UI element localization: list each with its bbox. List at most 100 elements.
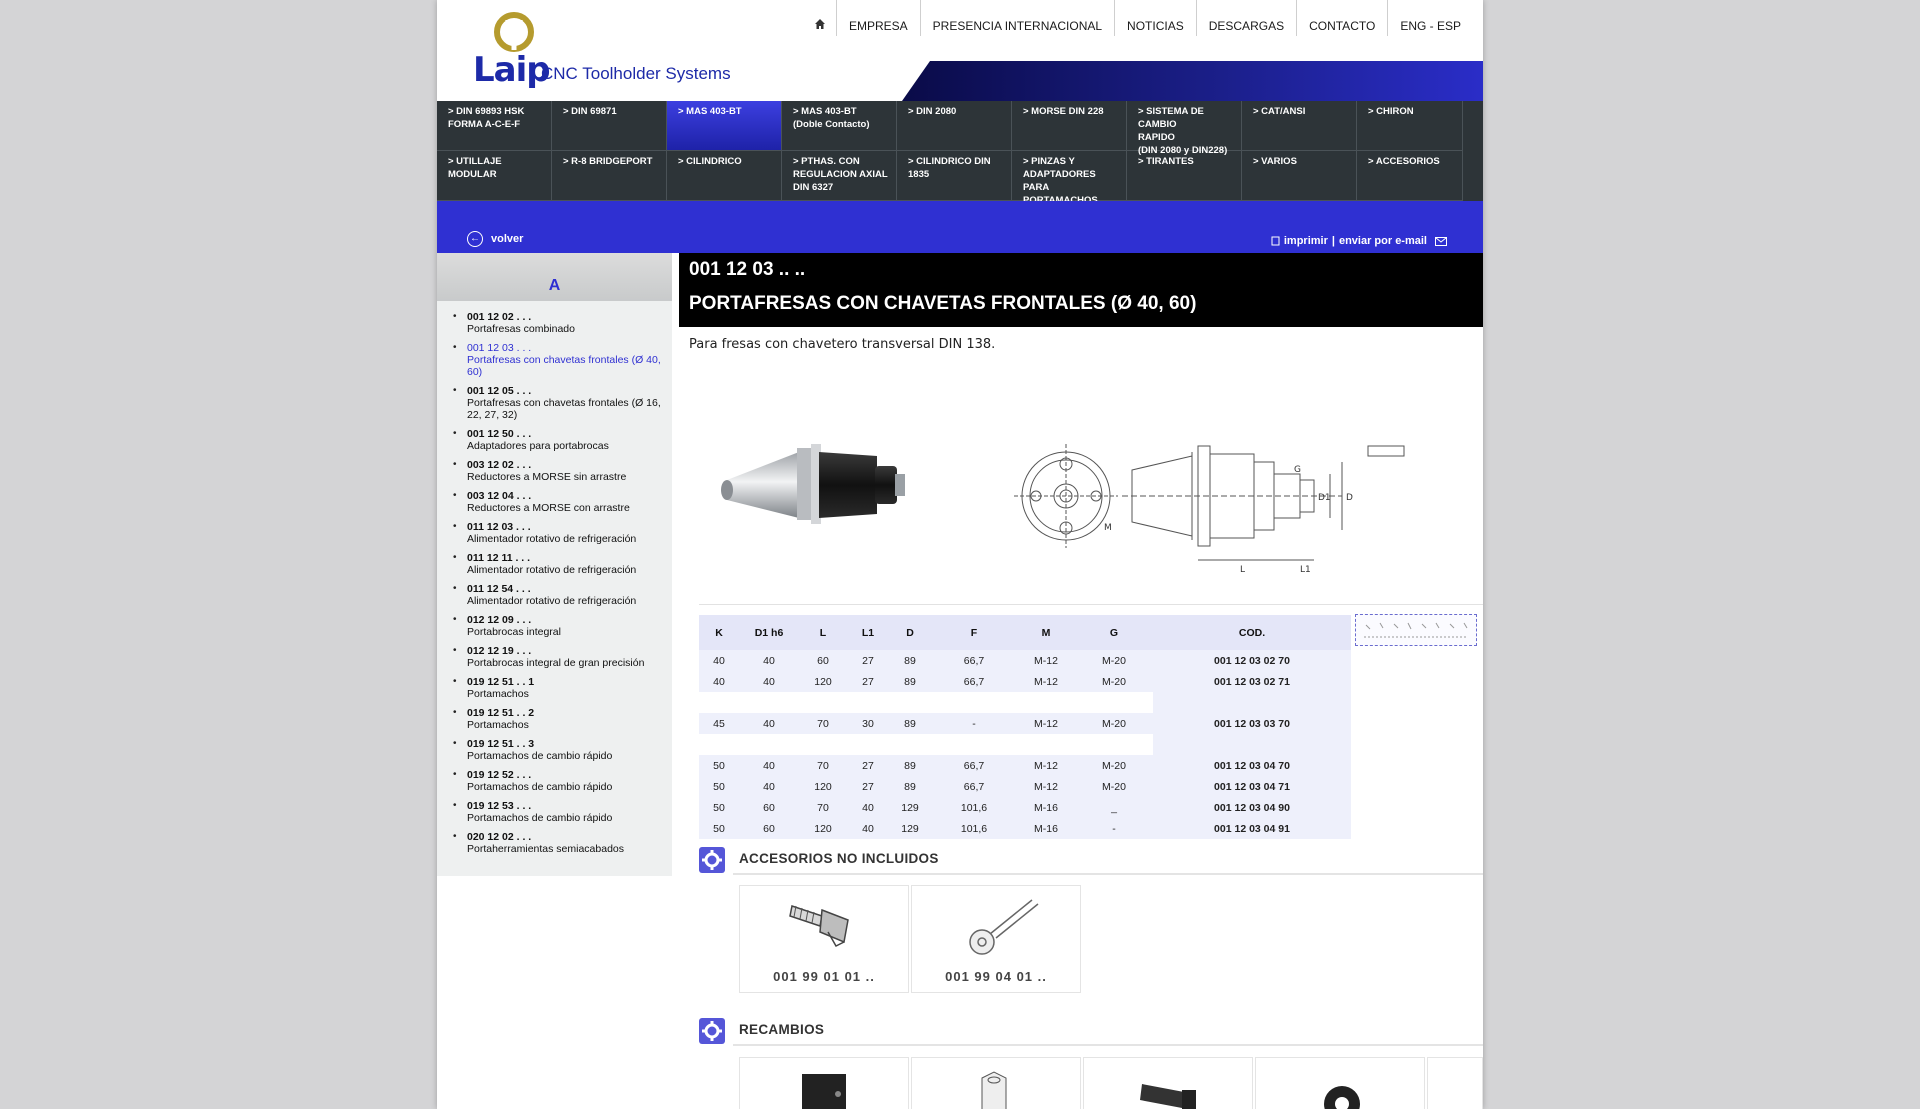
table-cell: 27 <box>847 776 889 797</box>
spare-card[interactable] <box>1427 1057 1483 1109</box>
utility-links: imprimir | enviar por e-mail <box>1271 235 1447 247</box>
item-desc: Reductores a MORSE sin arrastre <box>467 471 627 483</box>
item-code: 019 12 51 . . 3 <box>467 738 535 750</box>
nav-home[interactable] <box>804 0 836 36</box>
utility-separator: | <box>1331 235 1335 247</box>
list-item[interactable]: 011 12 11 . . .Alimentador rotativo de r… <box>449 552 667 576</box>
list-item[interactable]: 019 12 51 . . 1Portamachos <box>449 676 667 700</box>
nav-descargas[interactable]: DESCARGAS <box>1195 0 1296 36</box>
item-desc: Portaherramientas semiacabados <box>467 843 624 855</box>
accessory-card[interactable]: 001 99 04 01 .. <box>911 885 1081 993</box>
spare-card[interactable] <box>739 1057 909 1109</box>
nav-contacto[interactable]: CONTACTO <box>1296 0 1387 36</box>
product-code-cell[interactable]: 001 12 03 02 70 <box>1153 650 1351 671</box>
list-item[interactable]: 012 12 09 . . .Portabrocas integral <box>449 614 667 638</box>
table-cell: M-20 <box>1075 650 1153 671</box>
list-item[interactable]: 003 12 02 . . .Reductores a MORSE sin ar… <box>449 459 667 483</box>
nav-presencia-internacional[interactable]: PRESENCIA INTERNACIONAL <box>919 0 1114 36</box>
back-link[interactable]: ← volver <box>467 231 523 247</box>
menu-cat-ansi[interactable]: > CAT/ANSI <box>1242 101 1357 151</box>
dim-label-l1: L1 <box>1300 565 1311 575</box>
menu-accesorios[interactable]: > ACCESORIOS <box>1357 151 1463 201</box>
table-cell: _ <box>1075 797 1153 818</box>
table-cell: 129 <box>889 818 931 839</box>
print-link[interactable]: imprimir <box>1284 235 1328 247</box>
menu-tirantes[interactable]: > TIRANTES <box>1127 151 1242 201</box>
list-item[interactable]: 011 12 03 . . .Alimentador rotativo de r… <box>449 521 667 545</box>
accessory-code: 001 99 04 01 .. <box>945 969 1047 984</box>
product-photo[interactable] <box>699 400 949 570</box>
menu-din-69871[interactable]: > DIN 69871 <box>552 101 667 151</box>
product-description: Para fresas con chavetero transversal DI… <box>689 337 996 352</box>
list-item[interactable]: 019 12 51 . . 3Portamachos de cambio ráp… <box>449 738 667 762</box>
dimension-thumbnail[interactable] <box>1355 614 1477 646</box>
product-code-cell[interactable]: 001 12 03 04 70 <box>1153 755 1351 776</box>
list-item[interactable]: 011 12 54 . . .Alimentador rotativo de r… <box>449 583 667 607</box>
list-item-current[interactable]: 001 12 03 . . .Portafresas con chavetas … <box>449 342 667 378</box>
col-header: K <box>699 615 739 650</box>
menu-pinzas-adaptadores[interactable]: > PINZAS Y ADAPTADORES PARA PORTAMACHOS <box>1012 151 1127 206</box>
dim-label-l: L <box>1240 565 1245 575</box>
category-menu: > DIN 69893 HSK FORMA A-C-E-F > DIN 6987… <box>437 101 1483 206</box>
menu-sistema-cambio-rapido[interactable]: > SISTEMA DE CAMBIO RAPIDO (DIN 2080 y D… <box>1127 101 1242 156</box>
menu-din-69893-hsk[interactable]: > DIN 69893 HSK FORMA A-C-E-F <box>437 101 552 151</box>
menu-mas-403-bt[interactable]: > MAS 403-BT <box>667 101 782 151</box>
table-cell: 40 <box>699 671 739 692</box>
list-item[interactable]: 001 12 50 . . .Adaptadores para portabro… <box>449 428 667 452</box>
list-item[interactable]: 012 12 19 . . .Portabrocas integral de g… <box>449 645 667 669</box>
list-item[interactable]: 019 12 52 . . .Portamachos de cambio ráp… <box>449 769 667 793</box>
table-row: 45 40 70 30 89- M-12 M-20 001 12 03 03 70 <box>699 713 1351 734</box>
technical-drawing[interactable]: L L1 D1 D G M <box>1012 400 1452 580</box>
table-cell: 40 <box>739 713 799 734</box>
list-item[interactable]: 001 12 02 . . .Portafresas combinado <box>449 311 667 335</box>
list-item[interactable]: 003 12 04 . . .Reductores a MORSE con ar… <box>449 490 667 514</box>
product-code-cell[interactable]: 001 12 03 04 71 <box>1153 776 1351 797</box>
product-code-cell[interactable]: 001 12 03 04 90 <box>1153 797 1351 818</box>
product-code-cell[interactable]: 001 12 03 02 71 <box>1153 671 1351 692</box>
product-code-cell[interactable]: 001 12 03 03 70 <box>1153 713 1351 734</box>
menu-cilindrico-din-1835[interactable]: > CILINDRICO DIN 1835 <box>897 151 1012 201</box>
menu-varios[interactable]: > VARIOS <box>1242 151 1357 201</box>
table-cell: 40 <box>739 671 799 692</box>
menu-r8-bridgeport[interactable]: > R-8 BRIDGEPORT <box>552 151 667 201</box>
language-switch[interactable]: ENG - ESP <box>1387 0 1473 36</box>
item-desc: Reductores a MORSE con arrastre <box>467 502 630 514</box>
nav-empresa[interactable]: EMPRESA <box>835 0 920 36</box>
list-item[interactable]: 020 12 02 . . .Portaherramientas semiaca… <box>449 831 667 855</box>
spare-card[interactable] <box>911 1057 1081 1109</box>
table-cell: M-16 <box>1017 797 1075 818</box>
item-desc: Alimentador rotativo de refrigeración <box>467 564 637 576</box>
item-code: 003 12 04 . . . <box>467 490 532 502</box>
list-item[interactable]: 001 12 05 . . .Portafresas con chavetas … <box>449 385 667 421</box>
table-cell: 40 <box>847 818 889 839</box>
spare-card[interactable] <box>1255 1057 1425 1109</box>
email-link[interactable]: enviar por e-mail <box>1339 235 1427 247</box>
menu-pthas-regulacion-axial[interactable]: > PTHAS. CON REGULACION AXIAL DIN 6327 <box>782 151 897 201</box>
logo-tagline: CNC Toolholder Systems <box>541 64 731 83</box>
item-code: 011 12 03 . . . <box>467 521 531 533</box>
table-cell: 40 <box>847 797 889 818</box>
menu-morse-din-228[interactable]: > MORSE DIN 228 <box>1012 101 1127 151</box>
accessory-code: 001 99 01 01 .. <box>773 969 875 984</box>
logo-emblem-icon <box>494 12 534 52</box>
menu-utillaje-modular[interactable]: > UTILLAJE MODULAR <box>437 151 552 201</box>
nav-noticias[interactable]: NOTICIAS <box>1114 0 1196 36</box>
item-desc: Portamachos <box>467 719 529 731</box>
table-cell: 45 <box>699 713 739 734</box>
list-item[interactable]: 019 12 51 . . 2Portamachos <box>449 707 667 731</box>
item-desc: Alimentador rotativo de refrigeración <box>467 595 637 607</box>
menu-chiron[interactable]: > CHIRON <box>1357 101 1463 151</box>
spare-card[interactable] <box>1083 1057 1253 1109</box>
col-header: L <box>799 615 847 650</box>
list-item[interactable]: 019 12 53 . . .Portamachos de cambio ráp… <box>449 800 667 824</box>
menu-cilindrico[interactable]: > CILINDRICO <box>667 151 782 201</box>
accessory-card[interactable]: 001 99 01 01 .. <box>739 885 909 993</box>
dim-label-g: G <box>1294 465 1301 475</box>
back-arrow-icon: ← <box>467 231 483 247</box>
table-cell: M-20 <box>1075 755 1153 776</box>
gear-icon <box>699 1018 725 1044</box>
table-cell: 89 <box>889 755 931 776</box>
menu-mas-403-bt-doble[interactable]: > MAS 403-BT (Doble Contacto) <box>782 101 897 151</box>
product-code-cell[interactable]: 001 12 03 04 91 <box>1153 818 1351 839</box>
menu-din-2080[interactable]: > DIN 2080 <box>897 101 1012 151</box>
